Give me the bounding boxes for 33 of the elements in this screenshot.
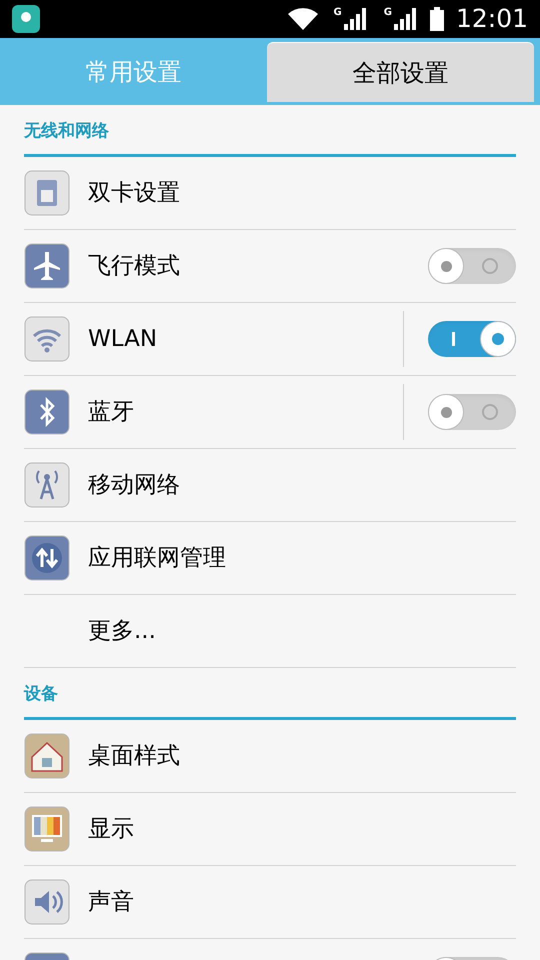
battery-icon [430,7,444,31]
setting-label[interactable]: 蓝牙 [88,394,134,430]
setting-label[interactable]: 双卡设置 [88,176,180,210]
signal-icon [394,8,418,30]
setting-label[interactable]: 桌面样式 [88,738,180,774]
airplane-icon [24,243,70,289]
wifi-icon [288,8,318,30]
setting-label[interactable]: 应用联网管理 [88,540,226,576]
network-type-label: G [334,8,342,18]
app-icon [12,5,40,33]
signal-icon [344,8,368,30]
sim-card-icon [24,170,70,216]
setting-label[interactable]: 更多... [88,614,156,648]
toggle-switch[interactable] [428,394,516,430]
setting-label[interactable]: 显示 [88,812,134,846]
toggle-switch[interactable] [428,248,516,284]
setting-label[interactable]: WLAN [88,322,158,356]
antenna-icon [24,462,70,508]
section-header: 设备 [24,668,516,720]
setting-label[interactable]: 飞行模式 [88,248,180,284]
globe-arrows-icon [24,535,70,581]
toggle-switch[interactable] [428,321,516,357]
bluetooth-icon [24,389,70,435]
setting-label[interactable]: 声音 [88,884,134,920]
setting-label[interactable]: 移动网络 [88,468,180,502]
tab[interactable]: 全部设置 [267,42,534,102]
speaker-icon [24,879,70,925]
house-icon [24,733,70,779]
wifi-icon [24,316,70,362]
network-type-label: G [384,8,392,18]
monitor-icon [24,806,70,852]
clock: 12:01 [456,3,528,36]
section-header: 无线和网络 [24,105,516,157]
